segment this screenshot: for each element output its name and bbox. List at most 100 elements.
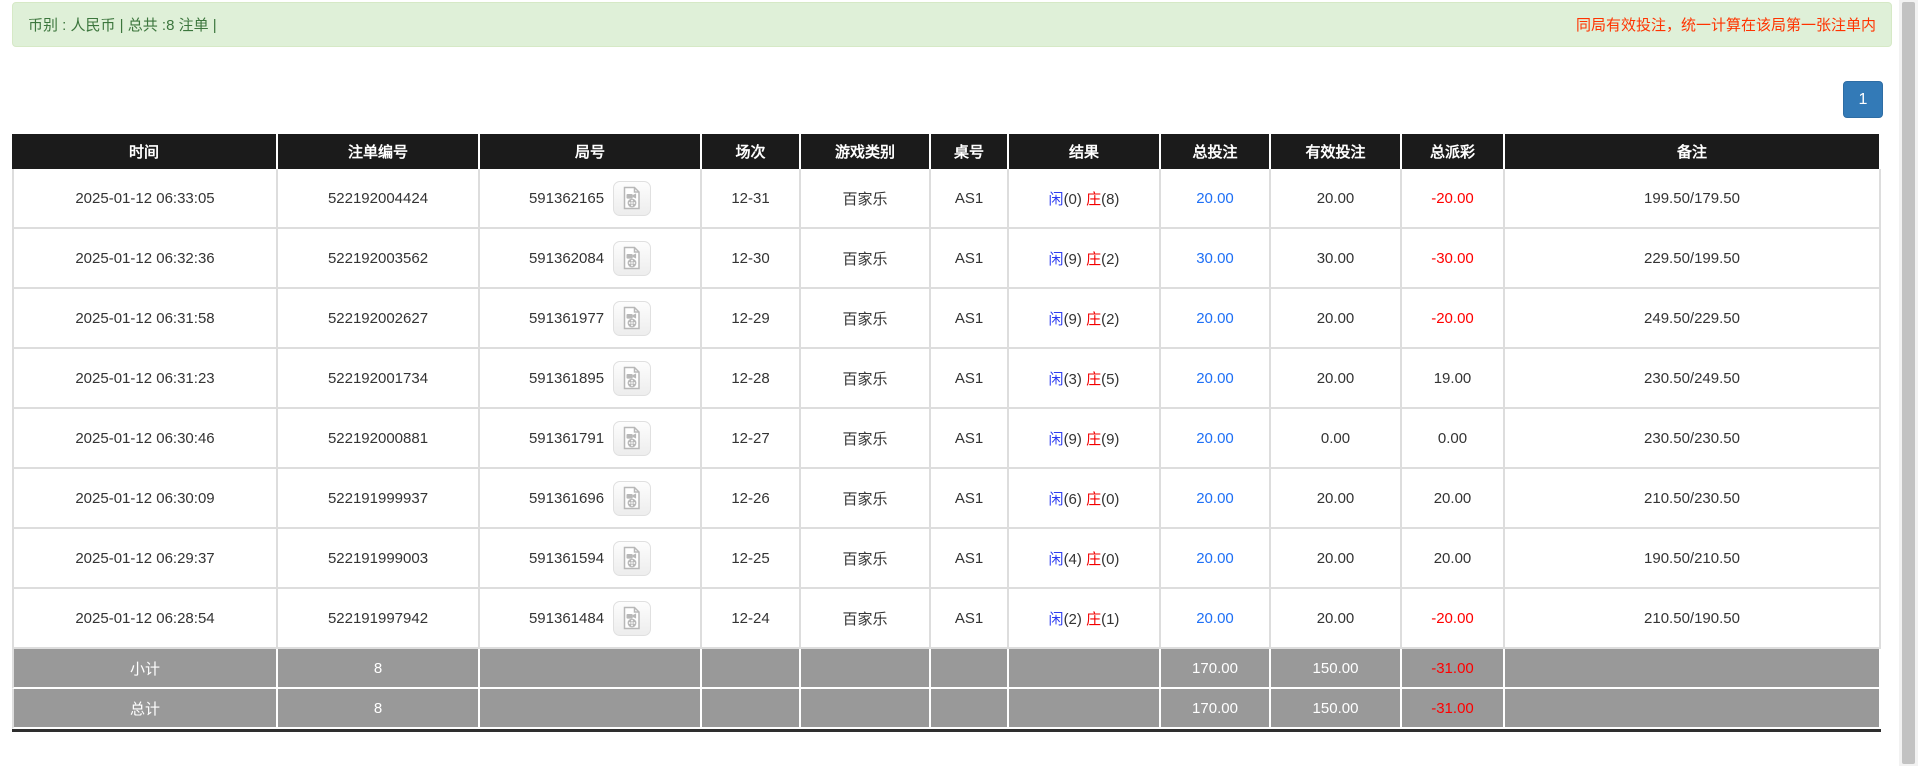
banker-score: (0) (1101, 491, 1119, 508)
cell-game-type: 百家乐 (801, 529, 931, 589)
cell-table-no: AS1 (931, 409, 1009, 469)
cell-round-no: 591361484 (480, 589, 702, 649)
cell-payout: 20.00 (1402, 469, 1505, 529)
col-round-no: 局号 (480, 134, 702, 169)
cell-round-no: 591362084 (480, 229, 702, 289)
player-label: 闲 (1049, 371, 1064, 388)
video-replay-button[interactable] (613, 541, 651, 576)
cell-total-bet: 20.00 (1161, 589, 1271, 649)
round-number: 591361484 (529, 610, 604, 627)
cell-session: 12-24 (702, 589, 801, 649)
currency-total-text: 币别 : 人民币 | 总共 :8 注单 | (28, 14, 217, 35)
summary-payout: -31.00 (1402, 689, 1505, 729)
summary-remark (1505, 649, 1881, 689)
cell-session: 12-28 (702, 349, 801, 409)
cell-time: 2025-01-12 06:31:23 (12, 349, 278, 409)
video-file-icon (620, 546, 644, 570)
cell-bet-no: 522192001734 (278, 349, 480, 409)
cell-result: 闲(4) 庄(0) (1009, 529, 1161, 589)
banker-label: 庄 (1086, 611, 1101, 628)
cell-table-no: AS1 (931, 349, 1009, 409)
table-header-row: 时间 注单编号 局号 场次 游戏类别 桌号 结果 总投注 有效投注 总派彩 备注 (12, 134, 1881, 169)
cell-valid-bet: 20.00 (1271, 589, 1402, 649)
video-replay-button[interactable] (613, 481, 651, 516)
video-replay-button[interactable] (613, 361, 651, 396)
banker-score: (8) (1101, 191, 1119, 208)
video-file-icon (620, 606, 644, 630)
cell-session: 12-27 (702, 409, 801, 469)
banker-label: 庄 (1086, 191, 1101, 208)
cell-time: 2025-01-12 06:32:36 (12, 229, 278, 289)
cell-time: 2025-01-12 06:31:58 (12, 289, 278, 349)
col-valid-bet: 有效投注 (1271, 134, 1402, 169)
round-number: 591361977 (529, 310, 604, 327)
cell-total-bet: 30.00 (1161, 229, 1271, 289)
summary-valid-bet: 150.00 (1271, 649, 1402, 689)
summary-row: 小计 8 170.00 150.00 -31.00 (12, 649, 1881, 689)
col-game-type: 游戏类别 (801, 134, 931, 169)
pagination-page-1-button[interactable]: 1 (1843, 81, 1883, 118)
table-row: 2025-01-12 06:31:23 522192001734 5913618… (12, 349, 1881, 409)
cell-remark: 230.50/230.50 (1505, 409, 1881, 469)
banker-score: (5) (1101, 371, 1119, 388)
summary-remark (1505, 689, 1881, 729)
cell-valid-bet: 0.00 (1271, 409, 1402, 469)
banker-label: 庄 (1086, 431, 1101, 448)
cell-valid-bet: 20.00 (1271, 289, 1402, 349)
summary-payout: -31.00 (1402, 649, 1505, 689)
cell-remark: 249.50/229.50 (1505, 289, 1881, 349)
summary-label: 总计 (12, 689, 278, 729)
cell-valid-bet: 20.00 (1271, 169, 1402, 229)
cell-round-no: 591361977 (480, 289, 702, 349)
currency-summary-bar: 币别 : 人民币 | 总共 :8 注单 | 同局有效投注，统一计算在该局第一张注… (12, 2, 1892, 47)
cell-game-type: 百家乐 (801, 409, 931, 469)
cell-table-no: AS1 (931, 289, 1009, 349)
video-replay-button[interactable] (613, 301, 651, 336)
cell-round-no: 591362165 (480, 169, 702, 229)
scrollbar-thumb[interactable] (1902, 2, 1915, 764)
summary-total-bet: 170.00 (1161, 649, 1271, 689)
cell-bet-no: 522191997942 (278, 589, 480, 649)
cell-bet-no: 522191999003 (278, 529, 480, 589)
cell-session: 12-29 (702, 289, 801, 349)
col-remark: 备注 (1505, 134, 1881, 169)
player-label: 闲 (1049, 191, 1064, 208)
cell-payout: -30.00 (1402, 229, 1505, 289)
player-score: (6) (1064, 491, 1082, 508)
summary-total-bet: 170.00 (1161, 689, 1271, 729)
summary-row: 总计 8 170.00 150.00 -31.00 (12, 689, 1881, 729)
video-replay-button[interactable] (613, 601, 651, 636)
player-score: (9) (1064, 431, 1082, 448)
cell-result: 闲(6) 庄(0) (1009, 469, 1161, 529)
cell-result: 闲(9) 庄(2) (1009, 289, 1161, 349)
player-label: 闲 (1049, 551, 1064, 568)
cell-valid-bet: 20.00 (1271, 349, 1402, 409)
cell-bet-no: 522192004424 (278, 169, 480, 229)
player-score: (3) (1064, 371, 1082, 388)
cell-valid-bet: 20.00 (1271, 469, 1402, 529)
video-replay-button[interactable] (613, 241, 651, 276)
player-score: (2) (1064, 611, 1082, 628)
video-replay-button[interactable] (613, 181, 651, 216)
cell-time: 2025-01-12 06:28:54 (12, 589, 278, 649)
cell-session: 12-30 (702, 229, 801, 289)
banker-label: 庄 (1086, 251, 1101, 268)
summary-count: 8 (278, 689, 480, 729)
cell-total-bet: 20.00 (1161, 469, 1271, 529)
cell-time: 2025-01-12 06:33:05 (12, 169, 278, 229)
cell-result: 闲(3) 庄(5) (1009, 349, 1161, 409)
cell-bet-no: 522192000881 (278, 409, 480, 469)
summary-label: 小计 (12, 649, 278, 689)
cell-round-no: 591361696 (480, 469, 702, 529)
cell-round-no: 591361594 (480, 529, 702, 589)
col-time: 时间 (12, 134, 278, 169)
video-file-icon (620, 486, 644, 510)
cell-session: 12-31 (702, 169, 801, 229)
round-number: 591362165 (529, 190, 604, 207)
cell-remark: 230.50/249.50 (1505, 349, 1881, 409)
summary-valid-bet: 150.00 (1271, 689, 1402, 729)
player-label: 闲 (1049, 251, 1064, 268)
round-number: 591361895 (529, 370, 604, 387)
video-replay-button[interactable] (613, 421, 651, 456)
cell-round-no: 591361895 (480, 349, 702, 409)
